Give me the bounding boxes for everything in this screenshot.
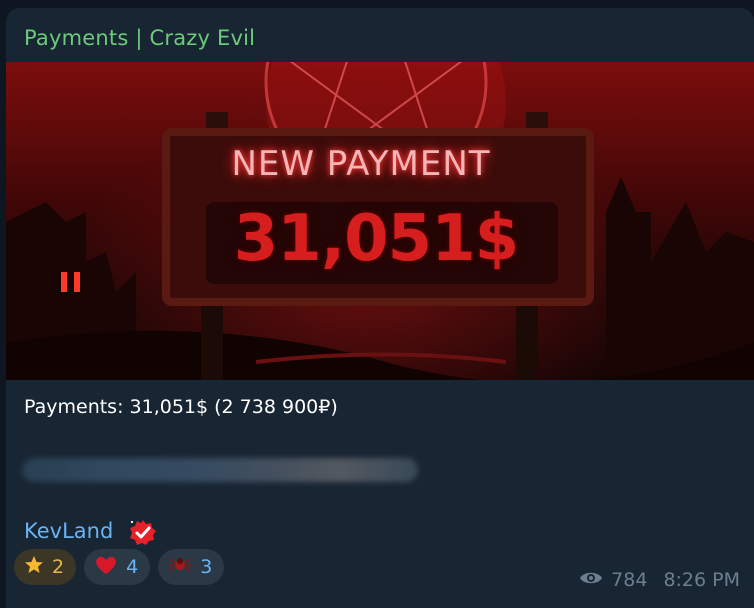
- view-count: 784: [611, 569, 648, 591]
- blurred-text: [22, 458, 418, 482]
- message-meta: 784 8:26 PM: [579, 569, 740, 591]
- channel-title[interactable]: Payments | Crazy Evil: [24, 26, 255, 50]
- reaction-count: 4: [126, 556, 139, 578]
- payment-banner-image[interactable]: NEW PAYMENT 31,051$: [6, 62, 754, 380]
- reaction-heart[interactable]: 4: [84, 549, 151, 585]
- message-text: Payments: 31,051$ (2 738 900₽): [24, 396, 338, 418]
- author-link[interactable]: KevLand: [24, 519, 113, 543]
- eye-icon: [579, 569, 603, 591]
- reaction-star[interactable]: 2: [14, 549, 77, 585]
- spider-icon: [168, 553, 192, 582]
- message-time: 8:26 PM: [663, 569, 740, 591]
- banner-amount: 31,051$: [233, 202, 520, 276]
- star-icon: [24, 555, 44, 580]
- verified-badge-icon: [130, 520, 156, 545]
- reaction-count: 3: [200, 556, 213, 578]
- reaction-count: 2: [52, 556, 65, 578]
- reactions-bar: 2 4 3: [14, 549, 225, 585]
- reaction-spider[interactable]: 3: [158, 549, 225, 585]
- banner-headline: NEW PAYMENT: [231, 144, 491, 184]
- heart-icon: [94, 554, 118, 581]
- message-bubble: Payments | Crazy Evil NEW PAYMENT 31,051…: [6, 8, 754, 608]
